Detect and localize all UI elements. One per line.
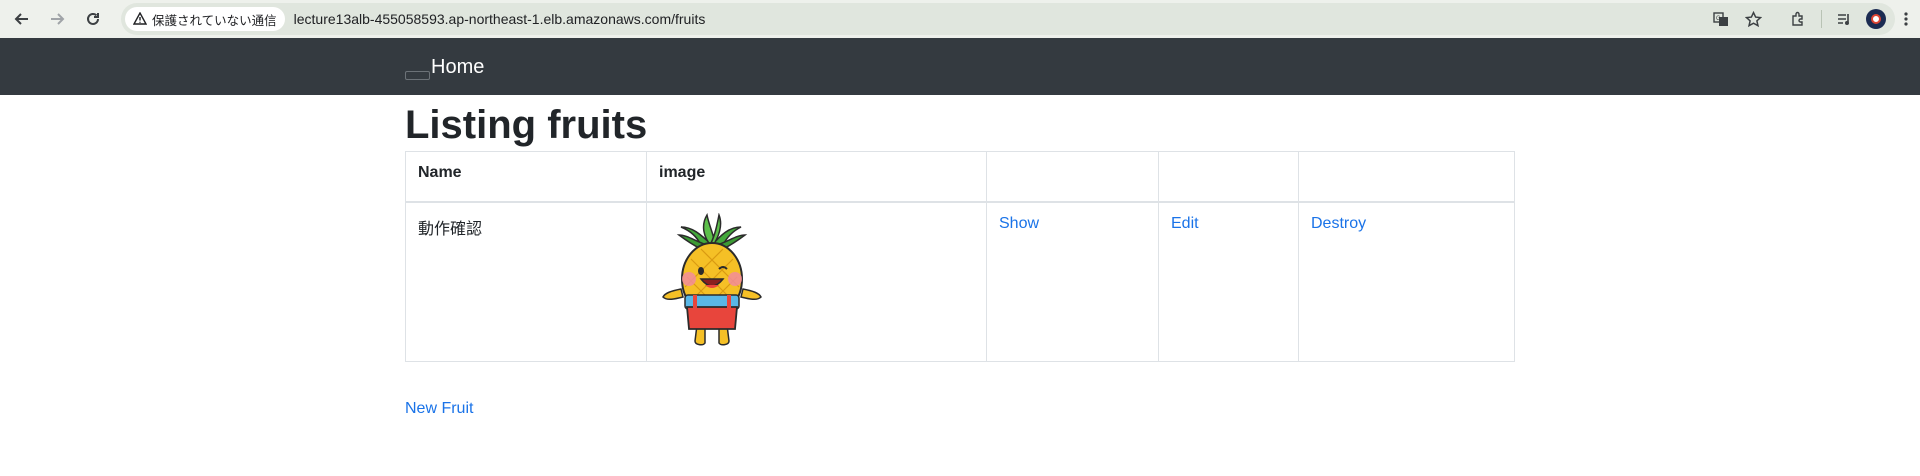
back-arrow-icon[interactable] [8, 5, 36, 33]
media-control-icon[interactable] [1828, 3, 1860, 35]
security-indicator[interactable]: 保護されていない通信 [125, 7, 285, 31]
more-menu-icon[interactable] [1892, 3, 1920, 35]
app-navbar: Home [0, 38, 1920, 95]
profile-avatar[interactable] [1860, 3, 1892, 35]
table-row: 動作確認 Show Edit Destroy [405, 201, 1515, 362]
extensions-icon[interactable] [1783, 3, 1815, 35]
fruit-name-cell: 動作確認 [405, 201, 647, 362]
page-title: Listing fruits [405, 103, 648, 147]
svg-text:G: G [1716, 16, 1721, 22]
column-header-image: image [646, 151, 987, 203]
translate-icon[interactable]: G [1705, 3, 1737, 35]
toolbar-actions: G [1705, 0, 1920, 38]
security-label: 保護されていない通信 [152, 12, 277, 28]
home-link[interactable]: Home [431, 56, 484, 79]
pineapple-character-image [662, 212, 762, 345]
destroy-link[interactable]: Destroy [1311, 215, 1366, 232]
fruits-table: Name image 動作確認 Show Edit Destroy [405, 151, 1515, 362]
url-text[interactable]: lecture13alb-455058593.ap-northeast-1.el… [294, 11, 706, 27]
destroy-cell: Destroy [1298, 201, 1515, 362]
show-cell: Show [986, 201, 1159, 362]
toolbar-divider [1821, 10, 1822, 28]
column-header-name: Name [405, 151, 647, 203]
edit-cell: Edit [1158, 201, 1299, 362]
fruit-image-cell [646, 201, 987, 362]
address-bar[interactable]: 保護されていない通信 lecture13alb-455058593.ap-nor… [121, 3, 1895, 35]
column-header-destroy [1298, 151, 1515, 203]
new-fruit-link[interactable]: New Fruit [405, 400, 473, 418]
edit-link[interactable]: Edit [1171, 215, 1199, 232]
show-link[interactable]: Show [999, 215, 1039, 232]
table-header-row: Name image [405, 151, 1515, 203]
column-header-show [986, 151, 1159, 203]
browser-toolbar: 保護されていない通信 lecture13alb-455058593.ap-nor… [0, 0, 1920, 38]
navbar-toggler-button[interactable] [405, 71, 430, 80]
column-header-edit [1158, 151, 1299, 203]
reload-icon[interactable] [79, 5, 107, 33]
warning-icon [133, 12, 147, 25]
forward-arrow-icon[interactable] [43, 5, 71, 33]
bookmark-star-icon[interactable] [1737, 3, 1769, 35]
